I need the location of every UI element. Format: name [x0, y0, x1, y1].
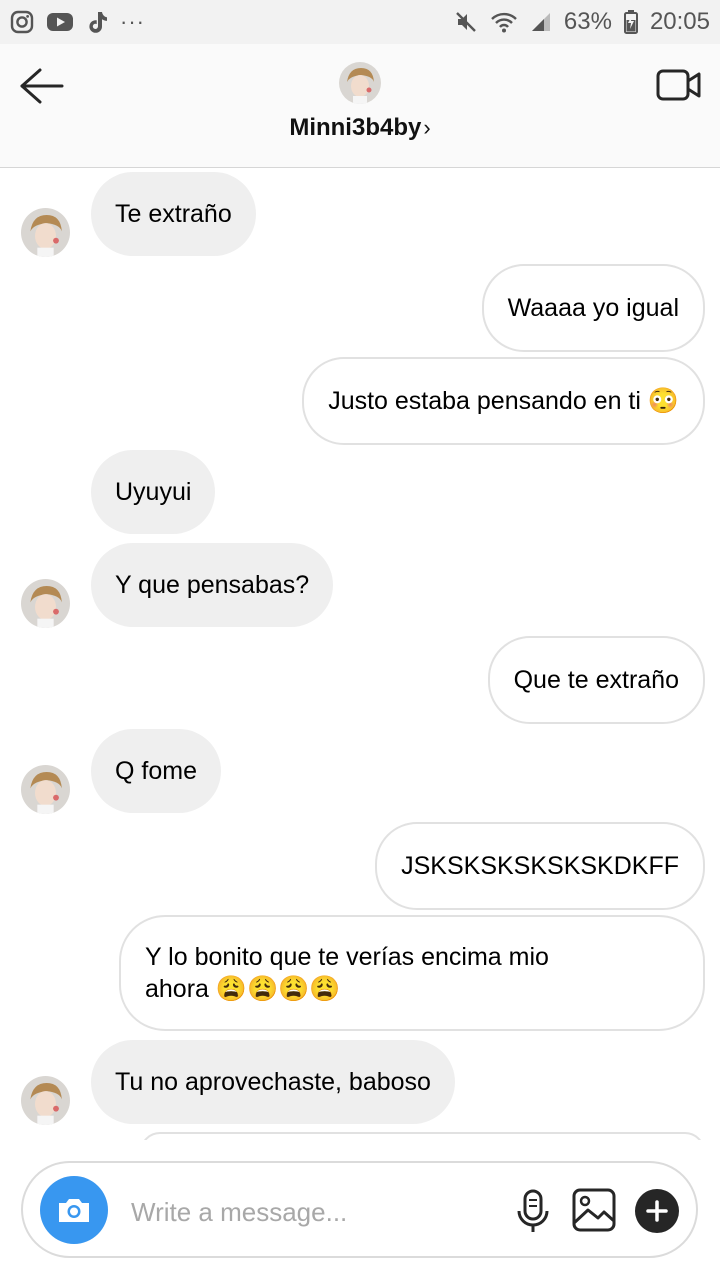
chevron-right-icon: ›	[423, 115, 431, 140]
battery-icon	[623, 10, 638, 34]
message-bubble-outgoing[interactable]: Justo estaba pensando en ti 😳	[302, 357, 705, 445]
message-bubble-outgoing-partial[interactable]	[140, 1132, 705, 1140]
instagram-icon	[10, 10, 34, 34]
video-camera-icon	[656, 69, 701, 101]
message-bubble-incoming[interactable]: Te extraño	[91, 172, 256, 256]
signal-icon	[530, 11, 552, 33]
chat-header: Minni3b4by›	[0, 44, 720, 168]
message-text: Tu no aprovechaste, baboso	[115, 1068, 431, 1096]
avatar[interactable]	[21, 208, 70, 257]
camera-button[interactable]	[40, 1176, 108, 1244]
mute-icon	[454, 10, 478, 34]
camera-icon	[59, 1199, 89, 1222]
message-text: Justo estaba pensando en ti 😳	[328, 387, 679, 415]
header-avatar[interactable]	[339, 62, 381, 104]
message-bubble-incoming[interactable]: Tu no aprovechaste, baboso	[91, 1040, 455, 1124]
status-bar-left: ···	[10, 9, 145, 35]
more-icon: ···	[120, 9, 145, 34]
header-username[interactable]: Minni3b4by›	[0, 114, 720, 142]
image-icon	[572, 1188, 616, 1232]
battery-percent: 63%	[563, 8, 612, 35]
wifi-icon	[490, 11, 518, 33]
message-text: Waaaa yo igual	[507, 294, 679, 322]
message-bubble-incoming[interactable]: Y que pensabas?	[91, 543, 334, 627]
message-text: JSKSKSKSKSKSKDKFF	[401, 852, 679, 880]
username-text: Minni3b4by	[289, 114, 422, 141]
youtube-icon	[46, 11, 74, 33]
tiktok-icon	[86, 10, 108, 34]
message-text: Te extraño	[115, 200, 232, 228]
message-bubble-incoming[interactable]: Q fome	[91, 729, 221, 813]
video-call-button[interactable]	[656, 66, 702, 104]
status-bar-right: 63% 20:05	[454, 8, 710, 36]
message-thread[interactable]: Te extraño Waaaa yo igual Justo estaba p…	[0, 168, 720, 1140]
message-bubble-outgoing[interactable]: JSKSKSKSKSKSKDKFF	[375, 822, 705, 910]
clock: 20:05	[649, 8, 710, 35]
message-text: Que te extraño	[513, 666, 679, 694]
message-bubble-incoming[interactable]: Uyuyui	[91, 450, 216, 534]
message-bubble-outgoing[interactable]: Y lo bonito que te verías encima mio aho…	[119, 915, 705, 1031]
gallery-button[interactable]	[571, 1187, 617, 1233]
plus-icon	[646, 1200, 668, 1222]
message-text-line: Y lo bonito que te verías encima mio	[145, 943, 549, 971]
message-text: Q fome	[115, 757, 197, 785]
avatar[interactable]	[21, 765, 70, 814]
microphone-icon	[517, 1189, 549, 1232]
message-text-line: ahora 😩😩😩😩	[145, 975, 341, 1003]
message-input[interactable]	[129, 1187, 493, 1237]
back-arrow-icon	[20, 68, 64, 104]
add-button[interactable]	[635, 1189, 679, 1233]
avatar[interactable]	[21, 1076, 70, 1125]
status-bar: ··· 63% 20:05	[0, 0, 720, 44]
microphone-button[interactable]	[513, 1187, 553, 1235]
avatar[interactable]	[21, 579, 70, 628]
message-text: Uyuyui	[115, 478, 192, 506]
message-text: Y que pensabas?	[115, 571, 310, 599]
message-bubble-outgoing[interactable]: Que te extraño	[487, 636, 705, 724]
message-bubble-outgoing[interactable]: Waaaa yo igual	[481, 264, 705, 352]
message-composer	[21, 1161, 698, 1258]
back-button[interactable]	[18, 66, 66, 106]
